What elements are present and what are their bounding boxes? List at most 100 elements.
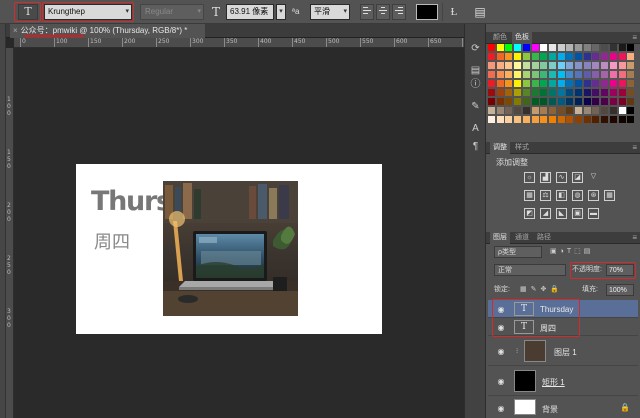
color-swatch[interactable] (522, 53, 530, 60)
color-swatch[interactable] (496, 62, 504, 69)
fill-input[interactable]: 100% (606, 284, 634, 296)
color-swatch[interactable] (522, 71, 530, 78)
color-swatch[interactable] (488, 89, 495, 96)
color-swatch[interactable] (540, 53, 548, 60)
color-swatch[interactable] (618, 80, 626, 87)
color-swatch[interactable] (592, 98, 600, 105)
character-icon[interactable]: A (469, 122, 482, 135)
threshold-icon[interactable]: ◣ (556, 208, 567, 219)
color-swatch[interactable] (488, 53, 495, 60)
layer-row-rect[interactable]: ◉ 矩形 1 (488, 366, 638, 396)
color-swatch[interactable] (496, 44, 504, 51)
color-swatch[interactable] (583, 89, 591, 96)
curves-icon[interactable]: ∿ (556, 172, 567, 183)
exposure-icon[interactable]: ◪ (572, 172, 583, 183)
color-swatch[interactable] (627, 80, 635, 87)
color-swatch[interactable] (540, 62, 548, 69)
color-swatch[interactable] (505, 71, 513, 78)
layer-filter-select[interactable]: ρ类型 (494, 246, 542, 258)
history-icon[interactable]: ⟳ (469, 42, 482, 55)
color-swatch[interactable] (592, 89, 600, 96)
color-swatch[interactable] (522, 80, 530, 87)
color-swatch[interactable] (496, 71, 504, 78)
color-swatch[interactable] (627, 62, 635, 69)
gradient-map-icon[interactable]: ▬ (588, 208, 599, 219)
color-swatch[interactable] (566, 116, 574, 123)
color-swatch[interactable] (505, 53, 513, 60)
panel-menu-icon[interactable]: ≡ (632, 32, 637, 44)
eye-icon[interactable]: ◉ (496, 377, 506, 386)
color-swatch[interactable] (601, 71, 609, 78)
color-swatch[interactable] (566, 107, 574, 114)
color-swatch[interactable] (609, 116, 617, 123)
font-style-select[interactable]: Regular ▾ (140, 4, 204, 20)
color-swatch[interactable] (514, 71, 522, 78)
color-swatch[interactable] (583, 116, 591, 123)
color-swatch[interactable] (540, 44, 548, 51)
color-swatch[interactable] (609, 62, 617, 69)
color-swatch[interactable] (557, 71, 565, 78)
color-swatch[interactable] (531, 107, 539, 114)
invert-icon[interactable]: ◩ (524, 208, 535, 219)
color-swatch[interactable] (548, 107, 556, 114)
color-swatch[interactable] (566, 80, 574, 87)
color-swatch[interactable] (583, 80, 591, 87)
color-swatch[interactable] (522, 44, 530, 51)
color-swatch[interactable] (514, 89, 522, 96)
color-swatch[interactable] (514, 116, 522, 123)
color-swatch[interactable] (566, 53, 574, 60)
color-swatch[interactable] (540, 107, 548, 114)
color-swatch[interactable] (531, 62, 539, 69)
color-swatch[interactable] (575, 80, 582, 87)
color-swatch[interactable] (583, 53, 591, 60)
character-panel-icon[interactable]: ▤ (472, 4, 488, 20)
color-swatch[interactable] (618, 89, 626, 96)
tab-color[interactable]: 颜色 (490, 32, 510, 44)
color-swatch[interactable] (496, 98, 504, 105)
color-swatch[interactable] (601, 89, 609, 96)
color-swatch[interactable] (540, 89, 548, 96)
color-swatch[interactable] (609, 107, 617, 114)
color-swatch[interactable] (514, 53, 522, 60)
color-swatch[interactable] (566, 44, 574, 51)
color-swatch[interactable] (609, 44, 617, 51)
color-swatch[interactable] (557, 53, 565, 60)
color-swatch[interactable] (575, 107, 582, 114)
color-swatch[interactable] (592, 116, 600, 123)
color-swatch[interactable] (505, 44, 513, 51)
color-swatch[interactable] (592, 44, 600, 51)
color-swatch[interactable] (496, 116, 504, 123)
color-swatch[interactable] (522, 62, 530, 69)
color-swatch[interactable] (505, 107, 513, 114)
color-swatch[interactable] (496, 53, 504, 60)
layer-row-image[interactable]: ◉ ⁝ 图层 1 (488, 336, 638, 366)
color-swatch[interactable] (592, 71, 600, 78)
color-swatch[interactable] (592, 53, 600, 60)
color-swatch[interactable] (609, 71, 617, 78)
balance-icon[interactable]: ⚖ (540, 190, 551, 201)
color-swatch[interactable] (488, 44, 495, 51)
brightness-icon[interactable]: ☼ (524, 172, 535, 183)
align-right-icon[interactable] (392, 4, 406, 20)
color-swatch[interactable] (627, 44, 635, 51)
document-canvas[interactable]: Thursday 周四 (76, 164, 382, 334)
eye-icon[interactable]: ◉ (496, 404, 506, 413)
eye-icon[interactable]: ◉ (496, 347, 506, 356)
color-swatch[interactable] (496, 80, 504, 87)
color-swatch[interactable] (583, 98, 591, 105)
color-swatch[interactable] (540, 98, 548, 105)
color-swatch[interactable] (566, 62, 574, 69)
color-swatch[interactable] (548, 71, 556, 78)
color-swatch[interactable] (557, 62, 565, 69)
color-swatch[interactable] (575, 71, 582, 78)
color-swatch[interactable] (557, 89, 565, 96)
color-swatch[interactable] (618, 71, 626, 78)
color-swatch[interactable] (609, 80, 617, 87)
color-swatch[interactable] (531, 80, 539, 87)
color-swatch[interactable] (548, 80, 556, 87)
color-swatch[interactable] (514, 62, 522, 69)
align-center-icon[interactable] (376, 4, 390, 20)
color-swatch[interactable] (592, 107, 600, 114)
vibrance-icon[interactable]: ▽ (588, 172, 599, 183)
color-swatch[interactable] (522, 89, 530, 96)
